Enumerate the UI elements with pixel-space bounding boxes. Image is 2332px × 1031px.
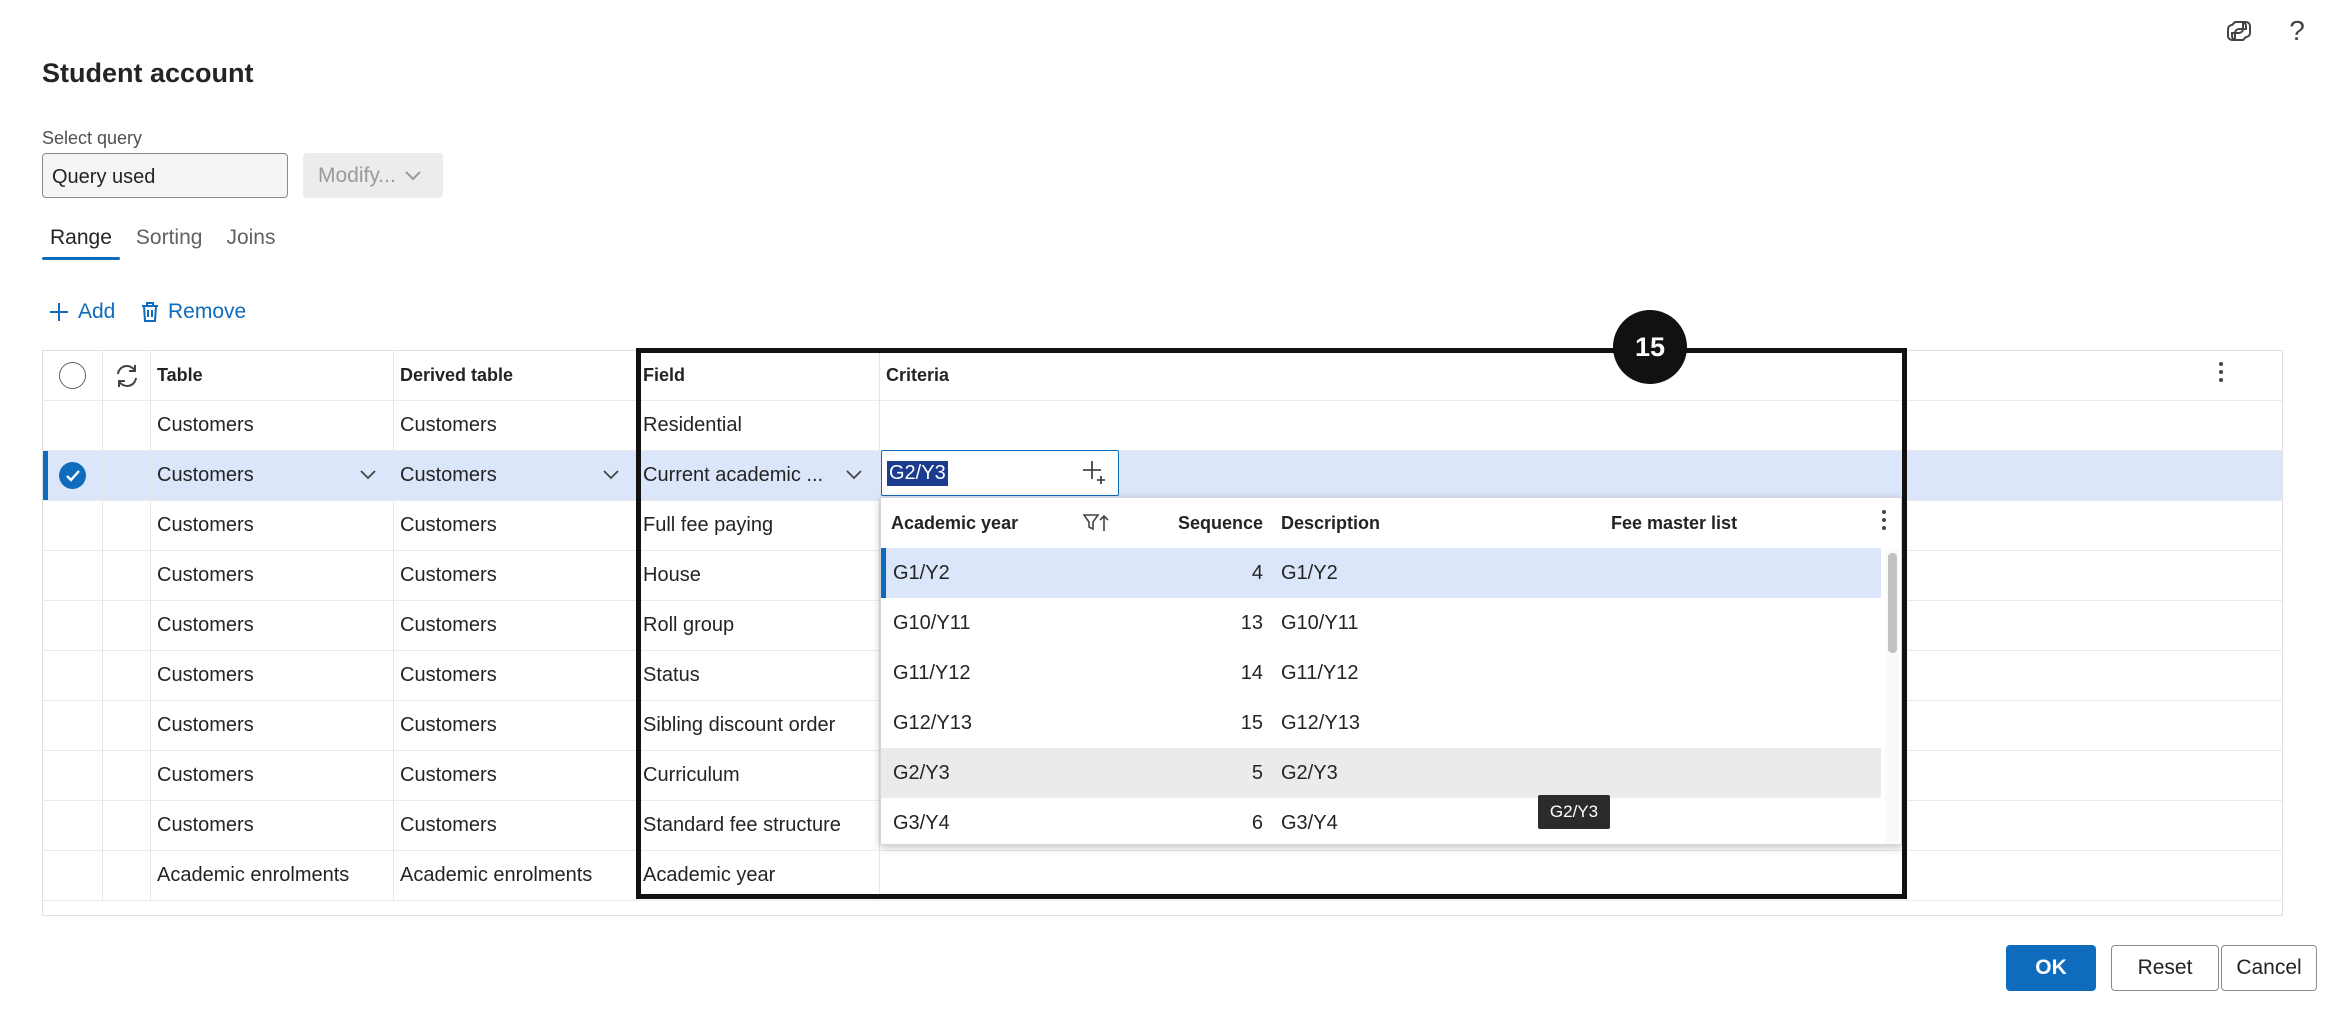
derived-table-cell[interactable]: Customers bbox=[394, 501, 637, 550]
tab-joins[interactable]: Joins bbox=[218, 222, 283, 260]
row-select-cell[interactable] bbox=[43, 701, 103, 750]
tab-bar: Range Sorting Joins bbox=[42, 222, 291, 260]
row-marker-cell bbox=[103, 551, 151, 600]
remove-button[interactable]: Remove bbox=[140, 300, 246, 324]
row-select-cell[interactable] bbox=[43, 601, 103, 650]
select-all-cell[interactable] bbox=[43, 351, 103, 400]
step-badge: 15 bbox=[1613, 310, 1687, 384]
row-marker-cell bbox=[103, 801, 151, 850]
row-marker-cell bbox=[103, 851, 151, 900]
table-cell[interactable]: Customers bbox=[151, 601, 394, 650]
table-cell[interactable]: Customers bbox=[151, 551, 394, 600]
plus-icon bbox=[50, 303, 68, 321]
table-cell[interactable]: Customers bbox=[151, 801, 394, 850]
row-marker-cell bbox=[103, 501, 151, 550]
row-select-cell[interactable] bbox=[43, 401, 103, 450]
highlight-box bbox=[636, 348, 1907, 899]
row-select-cell[interactable] bbox=[43, 551, 103, 600]
derived-table-cell[interactable]: Customers bbox=[394, 801, 637, 850]
checkmark-icon[interactable] bbox=[59, 462, 86, 489]
row-marker-cell bbox=[103, 751, 151, 800]
table-cell[interactable]: Customers bbox=[151, 501, 394, 550]
derived-table-cell[interactable]: Customers bbox=[394, 751, 637, 800]
derived-table-cell[interactable]: Academic enrolments bbox=[394, 851, 637, 900]
tab-sorting[interactable]: Sorting bbox=[128, 222, 211, 260]
chevron-down-icon[interactable] bbox=[602, 467, 620, 485]
derived-table-cell[interactable]: Customers bbox=[394, 601, 637, 650]
derived-table-cell[interactable]: Customers bbox=[394, 551, 637, 600]
copilot-icon[interactable] bbox=[2222, 14, 2256, 48]
derived-table-cell[interactable]: Customers bbox=[394, 401, 637, 450]
refresh-cell[interactable] bbox=[103, 351, 151, 400]
reset-button[interactable]: Reset bbox=[2111, 945, 2219, 991]
row-select-cell[interactable] bbox=[43, 751, 103, 800]
trash-icon bbox=[142, 302, 158, 322]
help-icon[interactable]: ? bbox=[2280, 14, 2314, 48]
row-select-cell[interactable] bbox=[43, 501, 103, 550]
refresh-icon[interactable] bbox=[113, 362, 141, 390]
row-marker-cell bbox=[103, 401, 151, 450]
table-cell-value: Customers bbox=[157, 464, 254, 486]
select-query-label: Select query bbox=[42, 128, 143, 148]
ok-button[interactable]: OK bbox=[2006, 945, 2096, 991]
add-button[interactable]: Add bbox=[48, 300, 115, 324]
add-button-label: Add bbox=[78, 300, 116, 323]
chevron-down-icon bbox=[405, 170, 421, 180]
table-cell[interactable]: Customers bbox=[151, 751, 394, 800]
table-cell[interactable]: Customers bbox=[151, 701, 394, 750]
header-derived-table[interactable]: Derived table bbox=[394, 351, 637, 400]
row-select-cell[interactable] bbox=[43, 451, 103, 500]
page-title: Student account bbox=[42, 58, 254, 88]
remove-button-label: Remove bbox=[168, 300, 247, 323]
table-select[interactable]: Customers bbox=[151, 451, 394, 500]
derived-table-cell[interactable]: Customers bbox=[394, 701, 637, 750]
select-query-input[interactable]: Query used bbox=[42, 153, 288, 198]
row-select-cell[interactable] bbox=[43, 851, 103, 900]
tab-range[interactable]: Range bbox=[42, 222, 120, 260]
derived-table-select[interactable]: Customers bbox=[394, 451, 637, 500]
row-marker-cell bbox=[103, 451, 151, 500]
table-cell[interactable]: Academic enrolments bbox=[151, 851, 394, 900]
chevron-down-icon[interactable] bbox=[359, 467, 377, 485]
table-cell[interactable]: Customers bbox=[151, 651, 394, 700]
modify-button-label: Modify... bbox=[318, 163, 396, 187]
row-select-cell[interactable] bbox=[43, 651, 103, 700]
row-marker-cell bbox=[103, 651, 151, 700]
more-options-icon[interactable] bbox=[2218, 360, 2224, 391]
row-marker-cell bbox=[103, 601, 151, 650]
derived-table-cell-value: Customers bbox=[400, 464, 497, 486]
table-cell[interactable]: Customers bbox=[151, 401, 394, 450]
cancel-button[interactable]: Cancel bbox=[2221, 945, 2317, 991]
modify-button[interactable]: Modify... bbox=[303, 153, 443, 198]
row-marker-cell bbox=[103, 701, 151, 750]
derived-table-cell[interactable]: Customers bbox=[394, 651, 637, 700]
row-select-cell[interactable] bbox=[43, 801, 103, 850]
select-all-radio[interactable] bbox=[59, 362, 86, 389]
header-table[interactable]: Table bbox=[151, 351, 394, 400]
